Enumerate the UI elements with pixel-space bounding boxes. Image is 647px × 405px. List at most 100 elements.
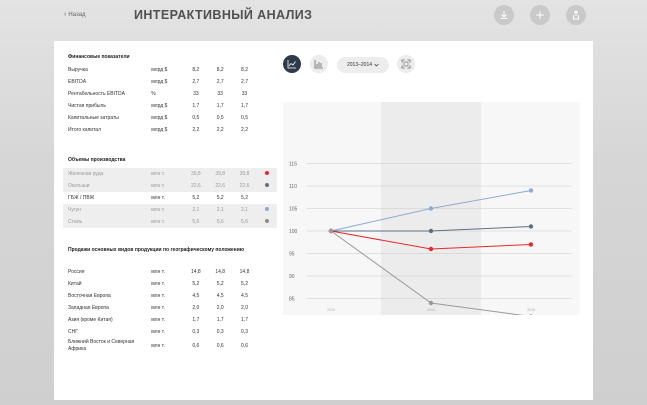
row-name: Азия (кроме Китая) bbox=[68, 317, 113, 323]
series-marker bbox=[257, 64, 277, 76]
row-name: Чистая прибыль bbox=[68, 103, 106, 109]
row-value: 33 bbox=[193, 91, 199, 97]
y-tick-label: 100 bbox=[289, 229, 298, 235]
row-value: 2,1 bbox=[183, 204, 209, 216]
data-point bbox=[428, 206, 434, 211]
download-button[interactable] bbox=[494, 5, 514, 25]
bar-chart-icon bbox=[314, 60, 323, 69]
financial-row: EBITDA млрд $ 2,7 2,7 2,7 bbox=[63, 76, 277, 88]
series-marker bbox=[257, 100, 277, 112]
row-value: 2,1 bbox=[232, 204, 257, 216]
production-row[interactable]: Чугун млн т. 2,1 2,1 2,1 bbox=[63, 204, 277, 216]
series-marker bbox=[257, 112, 277, 124]
series-marker bbox=[256, 168, 277, 180]
row-value: 5,2 bbox=[232, 192, 257, 204]
series-marker bbox=[256, 216, 277, 228]
x-tick-label: 2013 bbox=[327, 308, 335, 312]
top-bar: ‹ Назад ИНТЕРАКТИВНЫЙ АНАЛИЗ bbox=[0, 0, 647, 36]
series-marker bbox=[257, 266, 277, 278]
sales-row: Китай млн т. 5,2 5,2 5,2 bbox=[63, 278, 277, 290]
row-value: 2,2 bbox=[192, 127, 200, 133]
series-color-dot bbox=[264, 183, 269, 187]
row-name: СНГ bbox=[68, 329, 78, 335]
row-name: Ближний Восток и Северная Африка bbox=[68, 339, 135, 352]
fullscreen-icon bbox=[401, 59, 411, 69]
production-row[interactable]: Сталь млн т. 5,6 5,6 5,6 bbox=[63, 216, 277, 228]
series-marker bbox=[257, 278, 277, 290]
row-name: Восточная Европа bbox=[68, 293, 111, 299]
row-unit: млрд $ bbox=[151, 67, 168, 73]
sales-row: СНГ млн т. 0,3 0,3 0,3 bbox=[63, 326, 277, 338]
row-value: 22,6 bbox=[183, 180, 209, 192]
row-value: 2,7 bbox=[192, 79, 200, 85]
sales-row: Восточная Европа млн т. 4,5 4,5 4,5 bbox=[63, 290, 277, 302]
row-unit: млн т. bbox=[151, 293, 165, 299]
data-point bbox=[328, 228, 334, 234]
line-chart-toggle[interactable] bbox=[283, 55, 301, 73]
row-value: 8,2 bbox=[192, 67, 200, 73]
y-tick-label: 115 bbox=[289, 162, 297, 168]
financial-row: Выручка млрд $ 8,2 8,2 8,2 bbox=[63, 64, 277, 76]
row-value: 39,8 bbox=[208, 168, 233, 180]
row-name: Западная Европа bbox=[68, 305, 109, 311]
row-name: ГБЖ / ПВЖ bbox=[63, 192, 152, 204]
production-row[interactable]: Железная руда млн т. 39,8 39,8 39,8 bbox=[63, 168, 277, 180]
row-value: 2,0 bbox=[216, 305, 224, 311]
plus-icon bbox=[536, 11, 544, 19]
row-value: 14,8 bbox=[215, 269, 226, 275]
row-value: 4,5 bbox=[192, 293, 200, 299]
row-value: 22,6 bbox=[232, 180, 257, 192]
x-tick-label: 2015 bbox=[527, 308, 535, 312]
financial-section-title: Финансовые показатели bbox=[68, 54, 130, 60]
row-value: 5,6 bbox=[232, 216, 257, 228]
y-tick-label: 110 bbox=[289, 184, 297, 190]
sales-table: Россия млн т. 14,8 14,8 14,8 Китай млн т. 5,2 5,… bbox=[63, 266, 277, 354]
y-tick-label: 95 bbox=[289, 252, 295, 258]
row-unit: млн т. bbox=[151, 329, 165, 335]
row-value: 0,5 bbox=[216, 115, 224, 121]
row-value: 5,2 bbox=[208, 192, 233, 204]
production-row[interactable]: ГБЖ / ПВЖ млн т. 5,2 5,2 5,2 bbox=[63, 192, 277, 204]
x-tick-label: 2014 bbox=[427, 308, 435, 312]
row-unit: млн т. bbox=[151, 216, 184, 228]
row-value: 22,6 bbox=[208, 180, 233, 192]
row-value: 2,7 bbox=[241, 79, 248, 85]
row-value: 1,7 bbox=[216, 103, 224, 109]
period-dropdown[interactable]: 2013–2014 bbox=[337, 57, 389, 73]
row-unit: млн т. bbox=[151, 192, 184, 204]
production-table: Железная руда млн т. 39,8 39,8 39,8 Окатыши мл… bbox=[63, 168, 277, 228]
share-button[interactable] bbox=[566, 5, 586, 25]
chevron-left-icon: ‹ bbox=[64, 11, 67, 18]
production-row[interactable]: Окатыши млн т. 22,6 22,6 22,6 bbox=[63, 180, 277, 192]
row-value: 1,7 bbox=[192, 317, 200, 323]
row-unit: млн т. bbox=[151, 305, 165, 311]
y-tick-label: 85 bbox=[289, 297, 295, 303]
row-value: 0,6 bbox=[241, 343, 248, 349]
row-unit: % bbox=[151, 91, 156, 97]
row-name: Рентабельность EBITDA bbox=[68, 91, 126, 97]
row-name: Окатыши bbox=[63, 180, 152, 192]
data-point bbox=[529, 314, 533, 315]
row-value: 0,3 bbox=[216, 329, 224, 335]
page-title: ИНТЕРАКТИВНЫЙ АНАЛИЗ bbox=[134, 8, 313, 22]
row-value: 0,6 bbox=[192, 343, 200, 349]
fullscreen-button[interactable] bbox=[397, 55, 415, 73]
row-value: 2,0 bbox=[192, 305, 200, 311]
bar-chart-toggle[interactable] bbox=[310, 55, 328, 73]
row-value: 1,7 bbox=[192, 103, 200, 109]
back-link[interactable]: ‹ Назад bbox=[64, 11, 86, 18]
series-marker bbox=[257, 124, 277, 136]
row-value: 14,8 bbox=[239, 269, 250, 275]
row-value: 2,2 bbox=[216, 127, 224, 133]
series-marker bbox=[257, 290, 277, 302]
series-marker bbox=[257, 88, 277, 100]
series-marker bbox=[256, 204, 277, 216]
add-button[interactable] bbox=[530, 5, 550, 25]
series-marker bbox=[257, 314, 277, 326]
financial-row: Рентабельность EBITDA% 33 33 33 bbox=[63, 88, 277, 100]
row-value: 4,5 bbox=[241, 293, 248, 299]
row-value: 1,7 bbox=[241, 103, 248, 109]
production-section-title: Объемы производства bbox=[68, 157, 126, 163]
row-name: EBITDA bbox=[68, 79, 87, 85]
row-unit: млн т. bbox=[151, 180, 184, 192]
